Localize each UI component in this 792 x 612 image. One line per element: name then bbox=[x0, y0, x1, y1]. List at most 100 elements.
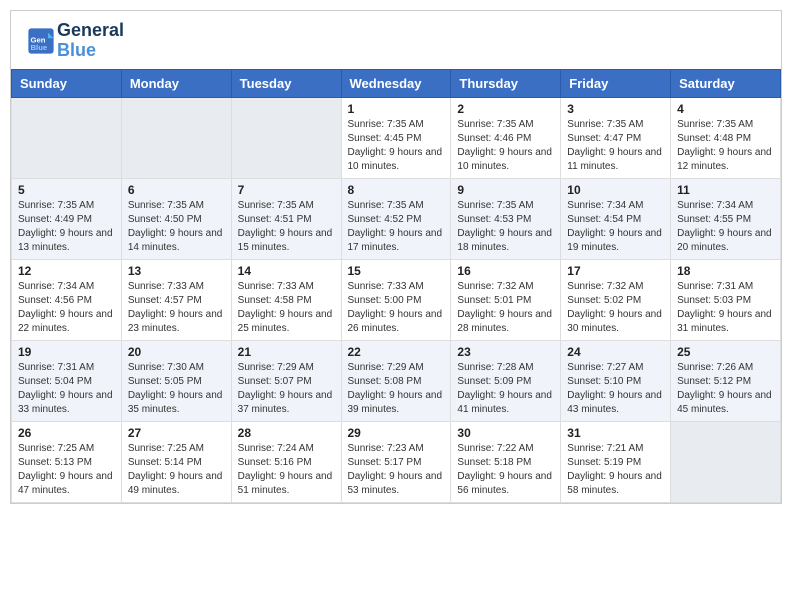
logo-area: Gen Blue GeneralBlue bbox=[27, 21, 124, 61]
day-number: 15 bbox=[348, 264, 445, 278]
day-info: Sunrise: 7:35 AMSunset: 4:52 PMDaylight:… bbox=[348, 199, 445, 255]
calendar-table: SundayMondayTuesdayWednesdayThursdayFrid… bbox=[11, 69, 781, 503]
header: Gen Blue GeneralBlue bbox=[11, 11, 781, 69]
day-number: 13 bbox=[128, 264, 225, 278]
day-number: 29 bbox=[348, 426, 445, 440]
day-info: Sunrise: 7:33 AMSunset: 4:57 PMDaylight:… bbox=[128, 280, 225, 336]
calendar-cell: 7 Sunrise: 7:35 AMSunset: 4:51 PMDaylight… bbox=[231, 178, 341, 259]
calendar-cell: 12 Sunrise: 7:34 AMSunset: 4:56 PMDayligh… bbox=[12, 259, 122, 340]
day-info: Sunrise: 7:28 AMSunset: 5:09 PMDaylight:… bbox=[457, 361, 554, 417]
calendar-cell bbox=[121, 97, 231, 178]
day-info: Sunrise: 7:35 AMSunset: 4:53 PMDaylight:… bbox=[457, 199, 554, 255]
day-info: Sunrise: 7:25 AMSunset: 5:14 PMDaylight:… bbox=[128, 442, 225, 498]
day-number: 5 bbox=[18, 183, 115, 197]
day-info: Sunrise: 7:35 AMSunset: 4:50 PMDaylight:… bbox=[128, 199, 225, 255]
calendar-cell bbox=[231, 97, 341, 178]
day-number: 26 bbox=[18, 426, 115, 440]
calendar-cell: 16 Sunrise: 7:32 AMSunset: 5:01 PMDayligh… bbox=[451, 259, 561, 340]
calendar-cell: 6 Sunrise: 7:35 AMSunset: 4:50 PMDaylight… bbox=[121, 178, 231, 259]
calendar-cell: 4 Sunrise: 7:35 AMSunset: 4:48 PMDaylight… bbox=[671, 97, 781, 178]
day-info: Sunrise: 7:34 AMSunset: 4:56 PMDaylight:… bbox=[18, 280, 115, 336]
weekday-header-wednesday: Wednesday bbox=[341, 69, 451, 97]
day-number: 22 bbox=[348, 345, 445, 359]
weekday-header-tuesday: Tuesday bbox=[231, 69, 341, 97]
day-number: 1 bbox=[348, 102, 445, 116]
calendar-cell: 11Sunrise: 7:34 AMSunset: 4:55 PMDayligh… bbox=[671, 178, 781, 259]
calendar-cell: 27 Sunrise: 7:25 AMSunset: 5:14 PMDayligh… bbox=[121, 421, 231, 502]
calendar-cell: 13 Sunrise: 7:33 AMSunset: 4:57 PMDayligh… bbox=[121, 259, 231, 340]
calendar-week-row: 5Sunrise: 7:35 AMSunset: 4:49 PMDaylight… bbox=[12, 178, 781, 259]
calendar-cell: 10Sunrise: 7:34 AMSunset: 4:54 PMDayligh… bbox=[561, 178, 671, 259]
day-info: Sunrise: 7:32 AMSunset: 5:02 PMDaylight:… bbox=[567, 280, 664, 336]
weekday-header-friday: Friday bbox=[561, 69, 671, 97]
day-info: Sunrise: 7:31 AMSunset: 5:03 PMDaylight:… bbox=[677, 280, 774, 336]
calendar-cell: 28 Sunrise: 7:24 AMSunset: 5:16 PMDayligh… bbox=[231, 421, 341, 502]
day-number: 2 bbox=[457, 102, 554, 116]
day-info: Sunrise: 7:21 AMSunset: 5:19 PMDaylight:… bbox=[567, 442, 664, 498]
calendar-week-row: 19 Sunrise: 7:31 AMSunset: 5:04 PMDayligh… bbox=[12, 340, 781, 421]
calendar-cell: 18 Sunrise: 7:31 AMSunset: 5:03 PMDayligh… bbox=[671, 259, 781, 340]
day-info: Sunrise: 7:35 AMSunset: 4:47 PMDaylight:… bbox=[567, 118, 664, 174]
day-info: Sunrise: 7:23 AMSunset: 5:17 PMDaylight:… bbox=[348, 442, 445, 498]
day-number: 24 bbox=[567, 345, 664, 359]
day-info: Sunrise: 7:35 AMSunset: 4:48 PMDaylight:… bbox=[677, 118, 774, 174]
calendar-cell: 22Sunrise: 7:29 AMSunset: 5:08 PMDayligh… bbox=[341, 340, 451, 421]
calendar-cell: 5Sunrise: 7:35 AMSunset: 4:49 PMDaylight… bbox=[12, 178, 122, 259]
calendar-week-row: 26 Sunrise: 7:25 AMSunset: 5:13 PMDayligh… bbox=[12, 421, 781, 502]
generalblue-logo-icon: Gen Blue bbox=[27, 27, 55, 55]
weekday-header-monday: Monday bbox=[121, 69, 231, 97]
day-info: Sunrise: 7:26 AMSunset: 5:12 PMDaylight:… bbox=[677, 361, 774, 417]
page-container: Gen Blue GeneralBlue SundayMondayTuesday… bbox=[10, 10, 782, 504]
calendar-cell: 15Sunrise: 7:33 AMSunset: 5:00 PMDayligh… bbox=[341, 259, 451, 340]
calendar-header-row: SundayMondayTuesdayWednesdayThursdayFrid… bbox=[12, 69, 781, 97]
day-number: 25 bbox=[677, 345, 774, 359]
calendar-cell: 8 Sunrise: 7:35 AMSunset: 4:52 PMDaylight… bbox=[341, 178, 451, 259]
day-info: Sunrise: 7:31 AMSunset: 5:04 PMDaylight:… bbox=[18, 361, 115, 417]
calendar-cell: 3Sunrise: 7:35 AMSunset: 4:47 PMDaylight… bbox=[561, 97, 671, 178]
weekday-header-thursday: Thursday bbox=[451, 69, 561, 97]
day-number: 19 bbox=[18, 345, 115, 359]
day-number: 7 bbox=[238, 183, 335, 197]
calendar-cell: 9 Sunrise: 7:35 AMSunset: 4:53 PMDaylight… bbox=[451, 178, 561, 259]
calendar-cell: 24 Sunrise: 7:27 AMSunset: 5:10 PMDayligh… bbox=[561, 340, 671, 421]
day-number: 6 bbox=[128, 183, 225, 197]
calendar-cell: 1Sunrise: 7:35 AMSunset: 4:45 PMDaylight… bbox=[341, 97, 451, 178]
day-number: 23 bbox=[457, 345, 554, 359]
calendar-cell: 26 Sunrise: 7:25 AMSunset: 5:13 PMDayligh… bbox=[12, 421, 122, 502]
day-number: 9 bbox=[457, 183, 554, 197]
day-info: Sunrise: 7:33 AMSunset: 4:58 PMDaylight:… bbox=[238, 280, 335, 336]
svg-text:Blue: Blue bbox=[31, 43, 48, 52]
day-info: Sunrise: 7:35 AMSunset: 4:51 PMDaylight:… bbox=[238, 199, 335, 255]
day-number: 10 bbox=[567, 183, 664, 197]
day-number: 27 bbox=[128, 426, 225, 440]
calendar-cell: 14 Sunrise: 7:33 AMSunset: 4:58 PMDayligh… bbox=[231, 259, 341, 340]
day-number: 21 bbox=[238, 345, 335, 359]
day-number: 16 bbox=[457, 264, 554, 278]
day-number: 11 bbox=[677, 183, 774, 197]
day-info: Sunrise: 7:30 AMSunset: 5:05 PMDaylight:… bbox=[128, 361, 225, 417]
day-info: Sunrise: 7:25 AMSunset: 5:13 PMDaylight:… bbox=[18, 442, 115, 498]
calendar-cell bbox=[671, 421, 781, 502]
day-number: 20 bbox=[128, 345, 225, 359]
calendar-cell: 29 Sunrise: 7:23 AMSunset: 5:17 PMDayligh… bbox=[341, 421, 451, 502]
calendar-week-row: 1Sunrise: 7:35 AMSunset: 4:45 PMDaylight… bbox=[12, 97, 781, 178]
day-number: 12 bbox=[18, 264, 115, 278]
day-number: 30 bbox=[457, 426, 554, 440]
day-number: 4 bbox=[677, 102, 774, 116]
calendar-cell: 19 Sunrise: 7:31 AMSunset: 5:04 PMDayligh… bbox=[12, 340, 122, 421]
calendar-cell: 25 Sunrise: 7:26 AMSunset: 5:12 PMDayligh… bbox=[671, 340, 781, 421]
day-number: 14 bbox=[238, 264, 335, 278]
calendar-cell bbox=[12, 97, 122, 178]
day-number: 8 bbox=[348, 183, 445, 197]
day-info: Sunrise: 7:27 AMSunset: 5:10 PMDaylight:… bbox=[567, 361, 664, 417]
day-info: Sunrise: 7:35 AMSunset: 4:46 PMDaylight:… bbox=[457, 118, 554, 174]
weekday-header-sunday: Sunday bbox=[12, 69, 122, 97]
calendar-cell: 2 Sunrise: 7:35 AMSunset: 4:46 PMDaylight… bbox=[451, 97, 561, 178]
day-info: Sunrise: 7:24 AMSunset: 5:16 PMDaylight:… bbox=[238, 442, 335, 498]
day-info: Sunrise: 7:32 AMSunset: 5:01 PMDaylight:… bbox=[457, 280, 554, 336]
day-number: 18 bbox=[677, 264, 774, 278]
day-number: 28 bbox=[238, 426, 335, 440]
calendar-cell: 31Sunrise: 7:21 AMSunset: 5:19 PMDayligh… bbox=[561, 421, 671, 502]
weekday-header-saturday: Saturday bbox=[671, 69, 781, 97]
calendar-cell: 21Sunrise: 7:29 AMSunset: 5:07 PMDayligh… bbox=[231, 340, 341, 421]
